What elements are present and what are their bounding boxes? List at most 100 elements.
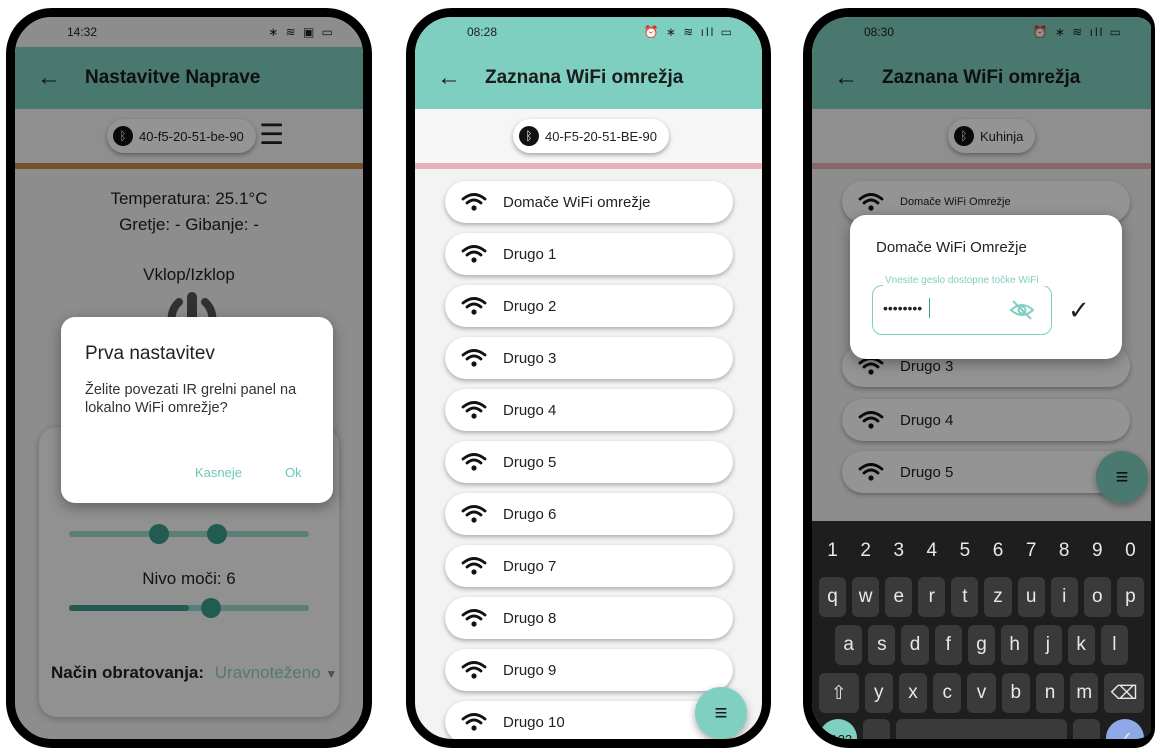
phone-wifi-list: 08:28 ⏰ ∗ ≋ ıll ▭ ← Zaznana WiFi omrežja… — [406, 8, 771, 748]
wifi-name: Drugo 9 — [503, 661, 557, 679]
enter-key[interactable]: ✓ — [1106, 719, 1144, 748]
key-u[interactable]: u — [1017, 577, 1045, 617]
key-2[interactable]: 2 — [849, 531, 882, 571]
wifi-icon — [461, 453, 487, 471]
wifi-item[interactable]: Drugo 1 — [445, 233, 733, 275]
wifi-item[interactable]: Drugo 3 — [445, 337, 733, 379]
wifi-name: Drugo 5 — [503, 453, 557, 471]
key-k[interactable]: k — [1067, 625, 1095, 665]
key-6[interactable]: 6 — [981, 531, 1014, 571]
key-5[interactable]: 5 — [948, 531, 981, 571]
wifi-item[interactable]: Drugo 5 — [445, 441, 733, 483]
backspace-key[interactable]: ⌫ — [1104, 673, 1145, 713]
shift-icon: ⇧ — [830, 682, 847, 704]
device-chip[interactable]: ᛒ 40-F5-20-51-BE-90 — [513, 119, 669, 153]
key-a[interactable]: a — [835, 625, 863, 665]
ok-button[interactable]: Ok — [285, 465, 302, 480]
key-v[interactable]: v — [967, 673, 996, 713]
key-z[interactable]: z — [984, 577, 1012, 617]
key-3[interactable]: 3 — [882, 531, 915, 571]
key-7[interactable]: 7 — [1015, 531, 1048, 571]
wifi-item[interactable]: Drugo 4 — [445, 389, 733, 431]
key-p[interactable]: p — [1116, 577, 1144, 617]
keyboard-number-row: 1 2 3 4 5 6 7 8 9 0 — [812, 531, 1151, 571]
key-f[interactable]: f — [934, 625, 962, 665]
password-value: •••••••• — [883, 300, 923, 316]
wifi-item[interactable]: Drugo 8 — [445, 597, 733, 639]
device-chip-label: 40-F5-20-51-BE-90 — [545, 128, 657, 144]
key-e[interactable]: e — [885, 577, 913, 617]
key-l[interactable]: l — [1100, 625, 1128, 665]
wifi-item[interactable]: Drugo 10 — [445, 701, 733, 739]
key-n[interactable]: n — [1035, 673, 1065, 713]
key-d[interactable]: d — [901, 625, 929, 665]
key-h[interactable]: h — [1001, 625, 1029, 665]
visibility-off-icon[interactable] — [1009, 299, 1035, 321]
page-title: Zaznana WiFi omrežja — [485, 67, 684, 88]
device-bar: ᛒ 40-F5-20-51-BE-90 — [415, 109, 762, 163]
wifi-icon — [461, 349, 487, 367]
key-i[interactable]: i — [1050, 577, 1078, 617]
key-w[interactable]: w — [852, 577, 880, 617]
key-m[interactable]: m — [1070, 673, 1099, 713]
key-g[interactable]: g — [967, 625, 996, 665]
key-y[interactable]: y — [864, 673, 893, 713]
wifi-name: Drugo 3 — [503, 349, 557, 367]
key-9[interactable]: 9 — [1081, 531, 1114, 571]
key-0[interactable]: 0 — [1114, 531, 1147, 571]
key-s[interactable]: s — [868, 625, 896, 665]
symbols-key[interactable]: ?123 — [819, 719, 857, 739]
key-c[interactable]: c — [933, 673, 962, 713]
bluetooth-icon: ᛒ — [519, 126, 539, 146]
space-key[interactable] — [895, 719, 1067, 739]
key-j[interactable]: j — [1034, 625, 1062, 665]
wifi-icon — [461, 661, 487, 679]
keyboard-row-4: ?123 , . ✓ — [812, 719, 1151, 748]
wifi-name: Drugo 1 — [503, 245, 557, 263]
comma-key[interactable]: , — [862, 719, 890, 739]
key-o[interactable]: o — [1083, 577, 1111, 617]
status-bar: 08:28 ⏰ ∗ ≋ ıll ▭ — [415, 17, 762, 47]
later-button[interactable]: Kasneje — [195, 465, 242, 480]
wifi-icon — [461, 401, 487, 419]
menu-fab[interactable]: ≡ — [695, 687, 747, 739]
password-field[interactable]: Vnesite geslo dostopne točke WiFi ••••••… — [872, 276, 1052, 335]
wifi-icon — [461, 609, 487, 627]
key-x[interactable]: x — [898, 673, 928, 713]
wifi-name: Drugo 10 — [503, 713, 565, 731]
wifi-item[interactable]: Drugo 7 — [445, 545, 733, 587]
dialog-title: Prva nastavitev — [85, 343, 215, 364]
wifi-icon — [461, 193, 487, 211]
key-q[interactable]: q — [819, 577, 847, 617]
wifi-icon — [461, 297, 487, 315]
keyboard-row-1: q w e r t z u i o p — [812, 577, 1151, 617]
key-8[interactable]: 8 — [1048, 531, 1081, 571]
wifi-icon — [461, 505, 487, 523]
period-key[interactable]: . — [1073, 719, 1101, 739]
dialog-title: Domače WiFi Omrežje — [876, 239, 1027, 256]
wifi-name: Drugo 8 — [503, 609, 557, 627]
wifi-item[interactable]: Drugo 2 — [445, 285, 733, 327]
key-4[interactable]: 4 — [915, 531, 948, 571]
keyboard-row-2: a s d f g h j k l — [812, 625, 1151, 665]
key-b[interactable]: b — [1001, 673, 1030, 713]
wifi-name: Drugo 7 — [503, 557, 557, 575]
check-icon: ✓ — [1117, 728, 1134, 748]
dialog-body: Želite povezati IR grelni panel na lokal… — [85, 382, 297, 416]
wifi-item[interactable]: Drugo 6 — [445, 493, 733, 535]
wifi-password-dialog: Domače WiFi Omrežje Vnesite geslo dostop… — [850, 215, 1122, 359]
wifi-icon — [461, 557, 487, 575]
back-arrow-icon[interactable]: ← — [437, 64, 473, 92]
phone-device-settings: 14:32 ∗ ≋ ▣ ▭ ← Nastavitve Naprave ᛒ 40-… — [6, 8, 372, 748]
wifi-icon — [461, 245, 487, 263]
shift-key[interactable]: ⇧ — [819, 673, 859, 713]
key-t[interactable]: t — [951, 577, 979, 617]
key-r[interactable]: r — [918, 577, 946, 617]
keyboard-row-3: ⇧ y x c v b n m ⌫ — [812, 673, 1151, 713]
wifi-item[interactable]: Drugo 9 — [445, 649, 733, 691]
confirm-check-icon[interactable]: ✓ — [1068, 295, 1090, 326]
wifi-item[interactable]: Domače WiFi omrežje — [445, 181, 733, 223]
key-1[interactable]: 1 — [816, 531, 849, 571]
on-screen-keyboard: 1 2 3 4 5 6 7 8 9 0 q w e r t z u i o p … — [812, 521, 1151, 739]
status-time: 08:28 — [467, 25, 498, 39]
